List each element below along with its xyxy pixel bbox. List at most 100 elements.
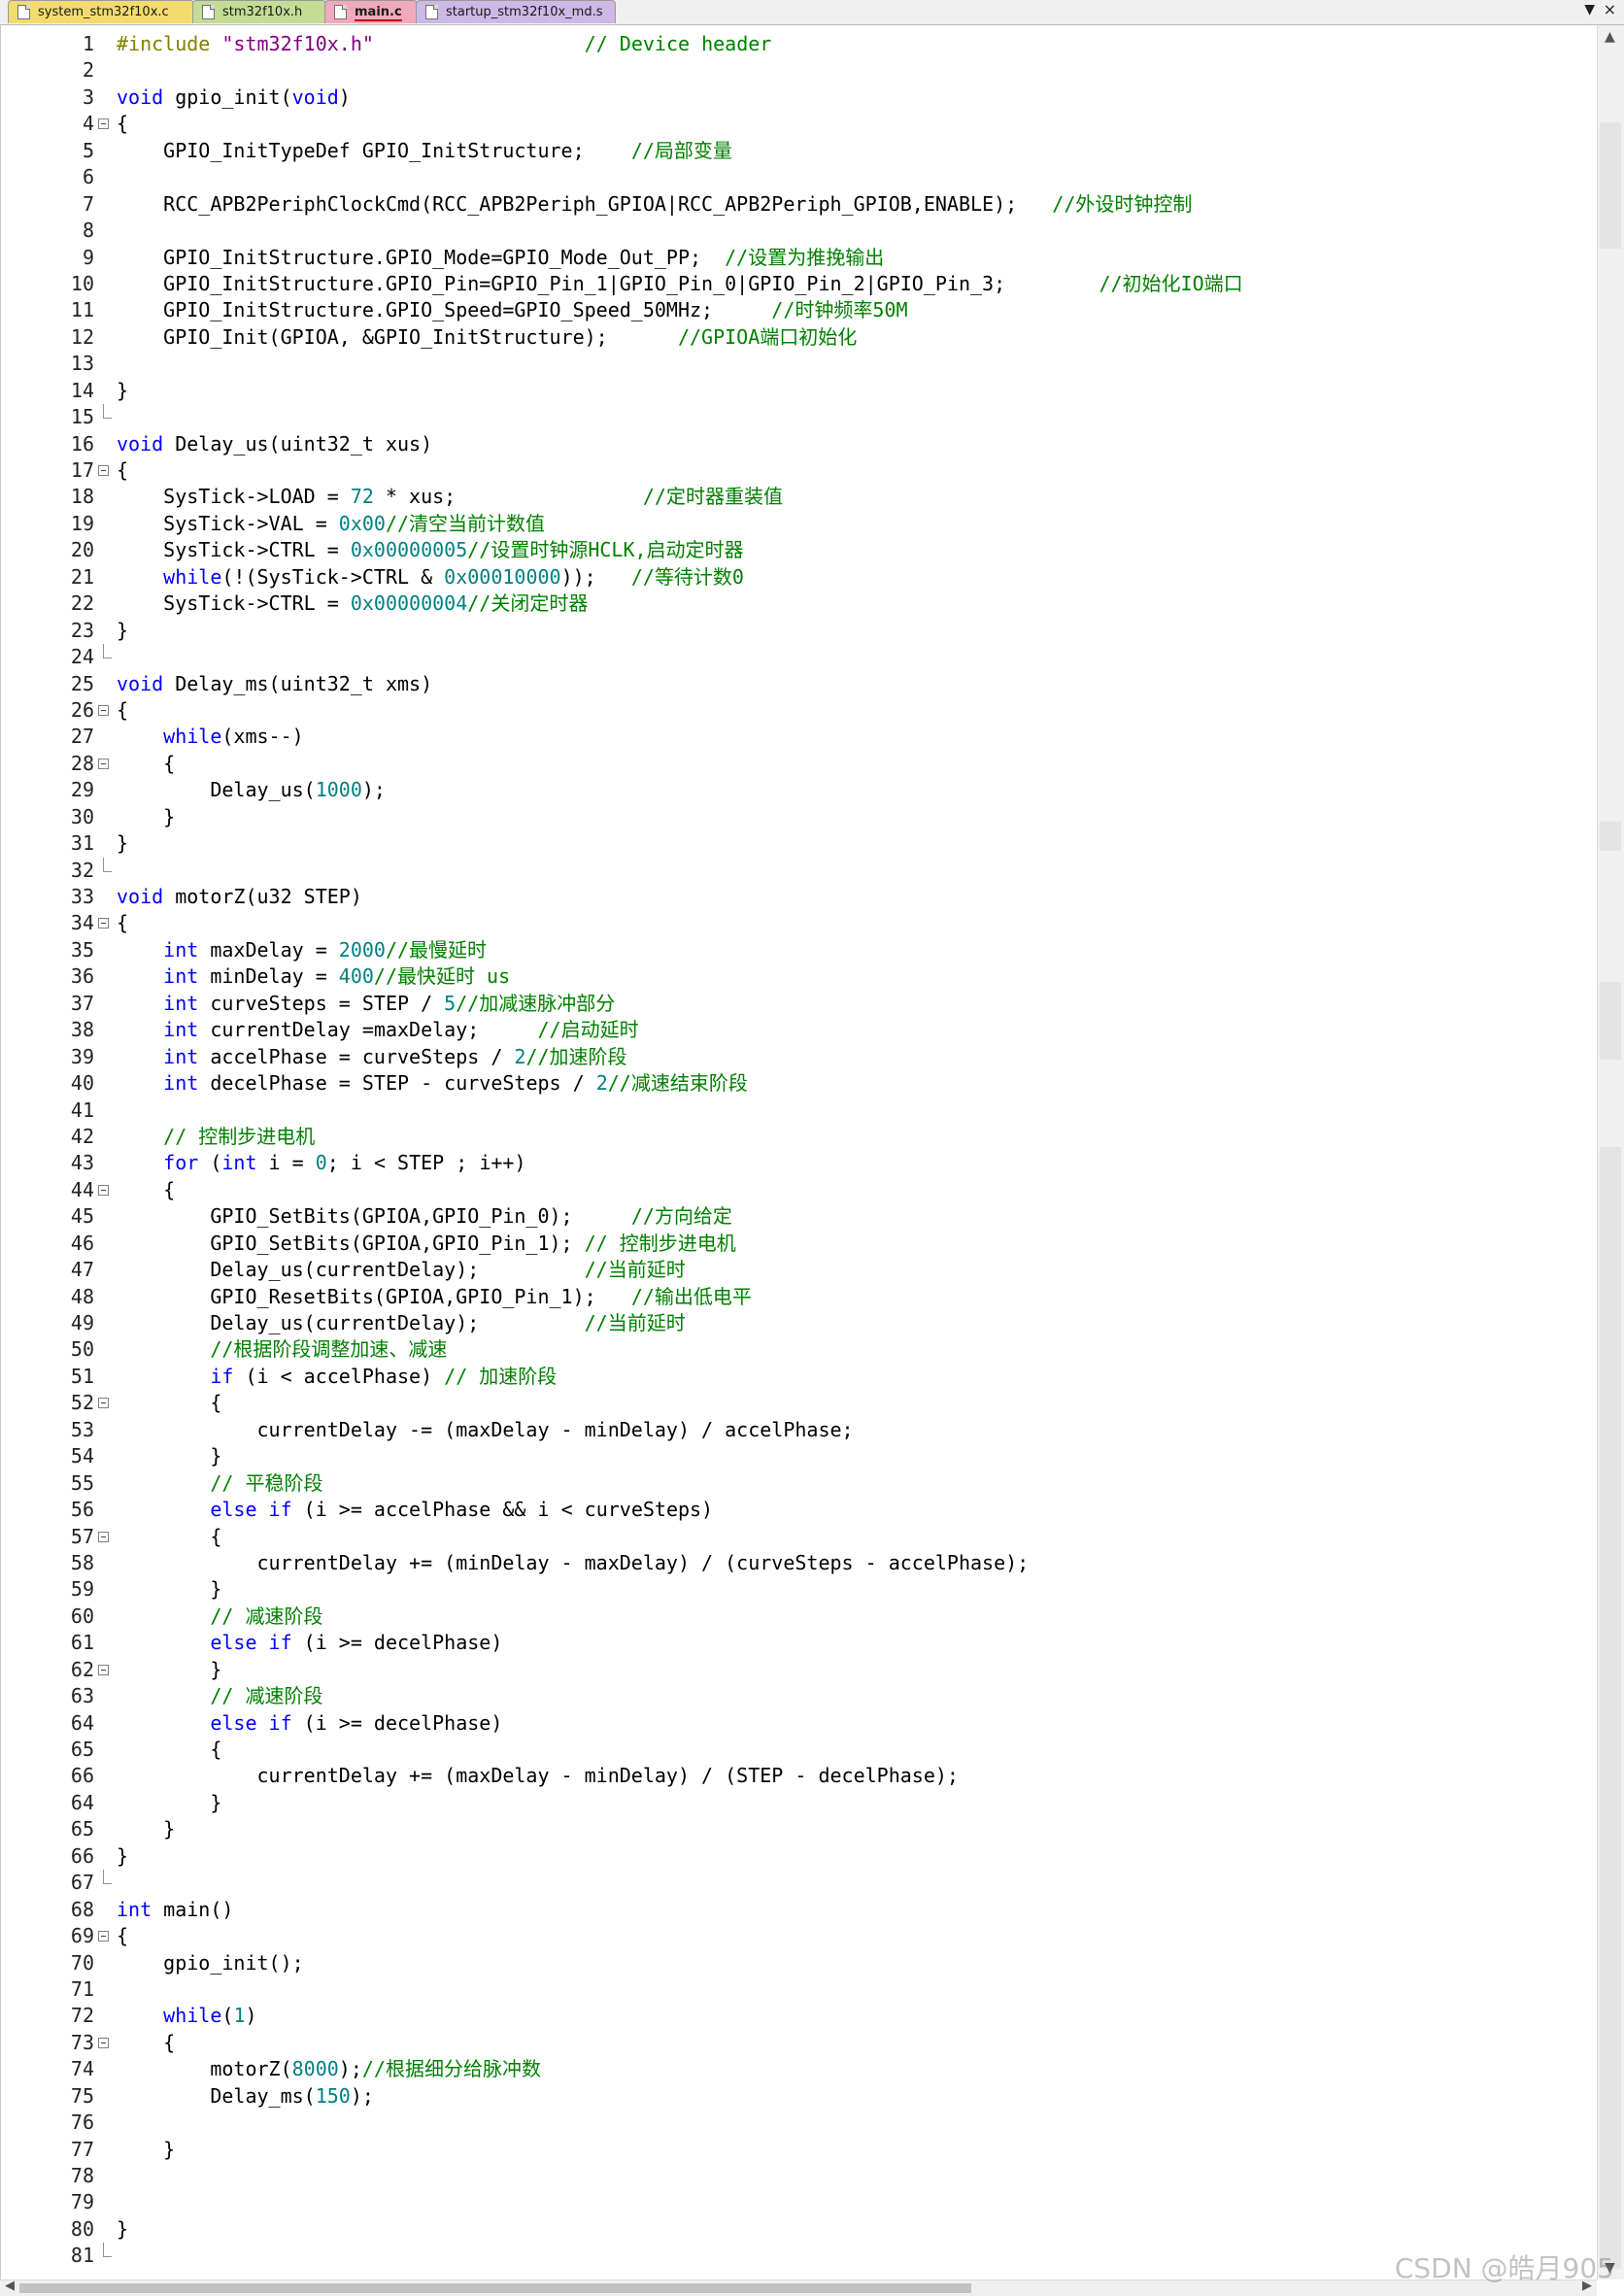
- code-text[interactable]: {: [117, 1177, 175, 1203]
- code-line[interactable]: 77 }: [1, 2137, 1598, 2163]
- code-line[interactable]: 74 motorZ(8000);//根据细分给脉冲数: [1, 2056, 1598, 2082]
- code-line[interactable]: 35 int maxDelay = 2000//最慢延时: [1, 937, 1598, 963]
- code-line[interactable]: 1 #include "stm32f10x.h" // Device header: [1, 31, 1598, 57]
- code-line[interactable]: 61 else if (i >= decelPhase): [1, 1630, 1598, 1656]
- code-text[interactable]: }: [117, 618, 128, 644]
- tab-list-dropdown-icon[interactable]: ▼: [1584, 2, 1595, 17]
- scroll-up-arrow-icon[interactable]: ▲: [1605, 29, 1615, 45]
- code-line[interactable]: 52 {: [1, 1390, 1598, 1416]
- horizontal-scroll-thumb[interactable]: [19, 2283, 971, 2293]
- code-line[interactable]: 33 void motorZ(u32 STEP): [1, 884, 1598, 910]
- code-line[interactable]: 41: [1, 1097, 1598, 1124]
- code-line[interactable]: 44 {: [1, 1177, 1598, 1203]
- code-text[interactable]: RCC_APB2PeriphClockCmd(RCC_APB2Periph_GP…: [117, 191, 1192, 218]
- code-line[interactable]: 43 for (int i = 0; i < STEP ; i++): [1, 1150, 1598, 1176]
- code-text[interactable]: {: [117, 910, 128, 936]
- code-text[interactable]: // 减速阶段: [117, 1683, 322, 1709]
- code-line[interactable]: 34 {: [1, 910, 1598, 936]
- code-line[interactable]: 38 int currentDelay =maxDelay; //启动延时: [1, 1017, 1598, 1043]
- code-text[interactable]: }: [117, 1657, 221, 1683]
- code-text[interactable]: else if (i >= accelPhase && i < curveSte…: [117, 1497, 713, 1523]
- code-line[interactable]: 64 }: [1, 1790, 1598, 1816]
- code-text[interactable]: GPIO_Init(GPIOA, &GPIO_InitStructure); /…: [117, 324, 857, 351]
- code-text[interactable]: void Delay_ms(uint32_t xms): [117, 671, 432, 697]
- code-text[interactable]: }: [117, 1443, 221, 1469]
- code-line[interactable]: 80}: [1, 2216, 1598, 2243]
- fold-collapse-icon[interactable]: [98, 758, 109, 769]
- tab-main-c[interactable]: main.c: [324, 0, 418, 23]
- code-text[interactable]: // 控制步进电机: [117, 1124, 315, 1150]
- code-text[interactable]: int decelPhase = STEP - curveSteps / 2//…: [117, 1070, 748, 1097]
- code-text[interactable]: }: [117, 1790, 221, 1816]
- code-text[interactable]: GPIO_InitStructure.GPIO_Mode=GPIO_Mode_O…: [117, 245, 884, 271]
- code-text[interactable]: SysTick->CTRL = 0x00000004//关闭定时器: [117, 591, 588, 617]
- code-line[interactable]: 66 currentDelay += (maxDelay - minDelay)…: [1, 1763, 1598, 1789]
- tab-system-stm32f10x-c[interactable]: system_stm32f10x.c: [8, 0, 194, 23]
- code-line[interactable]: 23}: [1, 618, 1598, 644]
- code-line[interactable]: 57 {: [1, 1524, 1598, 1550]
- code-line[interactable]: 78: [1, 2163, 1598, 2189]
- code-line[interactable]: 32: [1, 857, 1598, 884]
- code-line[interactable]: 42 // 控制步进电机: [1, 1124, 1598, 1150]
- code-line[interactable]: 79: [1, 2189, 1598, 2215]
- code-line[interactable]: 53 currentDelay -= (maxDelay - minDelay)…: [1, 1417, 1598, 1443]
- code-text[interactable]: int maxDelay = 2000//最慢延时: [117, 937, 487, 963]
- code-line[interactable]: 12 GPIO_Init(GPIOA, &GPIO_InitStructure)…: [1, 324, 1598, 351]
- code-line[interactable]: 29 Delay_us(1000);: [1, 777, 1598, 803]
- close-tab-icon[interactable]: ×: [1604, 0, 1616, 18]
- code-text[interactable]: int minDelay = 400//最快延时 us: [117, 963, 510, 990]
- code-text[interactable]: }: [117, 378, 128, 404]
- code-text[interactable]: SysTick->VAL = 0x00//清空当前计数值: [117, 511, 545, 537]
- code-text[interactable]: while(xms--): [117, 724, 304, 750]
- code-line[interactable]: 59 }: [1, 1576, 1598, 1603]
- code-line[interactable]: 65 {: [1, 1737, 1598, 1763]
- code-line[interactable]: 16 void Delay_us(uint32_t xus): [1, 431, 1598, 457]
- code-text[interactable]: {: [117, 751, 175, 777]
- code-line[interactable]: 27 while(xms--): [1, 724, 1598, 750]
- code-line[interactable]: 69 {: [1, 1923, 1598, 1949]
- code-text[interactable]: {: [117, 1923, 128, 1949]
- code-line[interactable]: 36 int minDelay = 400//最快延时 us: [1, 963, 1598, 990]
- code-line[interactable]: 30 }: [1, 804, 1598, 830]
- code-text[interactable]: motorZ(8000);//根据细分给脉冲数: [117, 2056, 541, 2082]
- code-line[interactable]: 75 Delay_ms(150);: [1, 2083, 1598, 2110]
- code-text[interactable]: }: [117, 1843, 128, 1870]
- fold-collapse-icon[interactable]: [98, 704, 109, 716]
- code-line[interactable]: 15: [1, 404, 1598, 430]
- code-text[interactable]: {: [117, 2030, 175, 2056]
- code-text[interactable]: }: [117, 2216, 128, 2243]
- code-line[interactable]: 9 GPIO_InitStructure.GPIO_Mode=GPIO_Mode…: [1, 245, 1598, 271]
- code-text[interactable]: {: [117, 457, 128, 484]
- code-line[interactable]: 64 else if (i >= decelPhase): [1, 1710, 1598, 1737]
- code-text[interactable]: // 减速阶段: [117, 1604, 322, 1630]
- code-text[interactable]: // 平稳阶段: [117, 1470, 322, 1497]
- code-line[interactable]: 48 GPIO_ResetBits(GPIOA,GPIO_Pin_1); //输…: [1, 1284, 1598, 1310]
- tab-stm32f10x-h[interactable]: stm32f10x.h: [192, 0, 326, 23]
- code-line[interactable]: 68 int main(): [1, 1897, 1598, 1923]
- code-line[interactable]: 3 void gpio_init(void): [1, 84, 1598, 111]
- fold-collapse-icon[interactable]: [98, 118, 109, 130]
- code-text[interactable]: else if (i >= decelPhase): [117, 1630, 502, 1656]
- code-text[interactable]: void motorZ(u32 STEP): [117, 884, 362, 910]
- code-line[interactable]: 49 Delay_us(currentDelay); //当前延时: [1, 1310, 1598, 1336]
- code-line[interactable]: 20 SysTick->CTRL = 0x00000005//设置时钟源HCLK…: [1, 537, 1598, 563]
- code-text[interactable]: }: [117, 804, 175, 830]
- code-text[interactable]: while(1): [117, 2003, 256, 2029]
- tab-startup-stm32f10x-md-s[interactable]: startup_stm32f10x_md.s: [416, 0, 616, 23]
- code-text[interactable]: {: [117, 1390, 221, 1416]
- code-text[interactable]: currentDelay += (minDelay - maxDelay) / …: [117, 1550, 1029, 1576]
- code-line[interactable]: 37 int curveSteps = STEP / 5//加减速脉冲部分: [1, 991, 1598, 1017]
- code-text[interactable]: void gpio_init(void): [117, 84, 351, 111]
- code-text[interactable]: else if (i >= decelPhase): [117, 1710, 502, 1737]
- code-text[interactable]: GPIO_SetBits(GPIOA,GPIO_Pin_1); // 控制步进电…: [117, 1231, 735, 1257]
- code-line[interactable]: 31}: [1, 830, 1598, 857]
- code-line[interactable]: 71: [1, 1976, 1598, 2003]
- fold-collapse-icon[interactable]: [98, 1531, 109, 1542]
- code-text[interactable]: int currentDelay =maxDelay; //启动延时: [117, 1017, 638, 1043]
- code-line[interactable]: 70 gpio_init();: [1, 1950, 1598, 1976]
- code-text[interactable]: }: [117, 1576, 221, 1603]
- code-line[interactable]: 7 RCC_APB2PeriphClockCmd(RCC_APB2Periph_…: [1, 191, 1598, 218]
- code-editor[interactable]: 1 #include "stm32f10x.h" // Device header…: [0, 25, 1598, 2279]
- code-line[interactable]: 14}: [1, 378, 1598, 404]
- code-line[interactable]: 24: [1, 644, 1598, 670]
